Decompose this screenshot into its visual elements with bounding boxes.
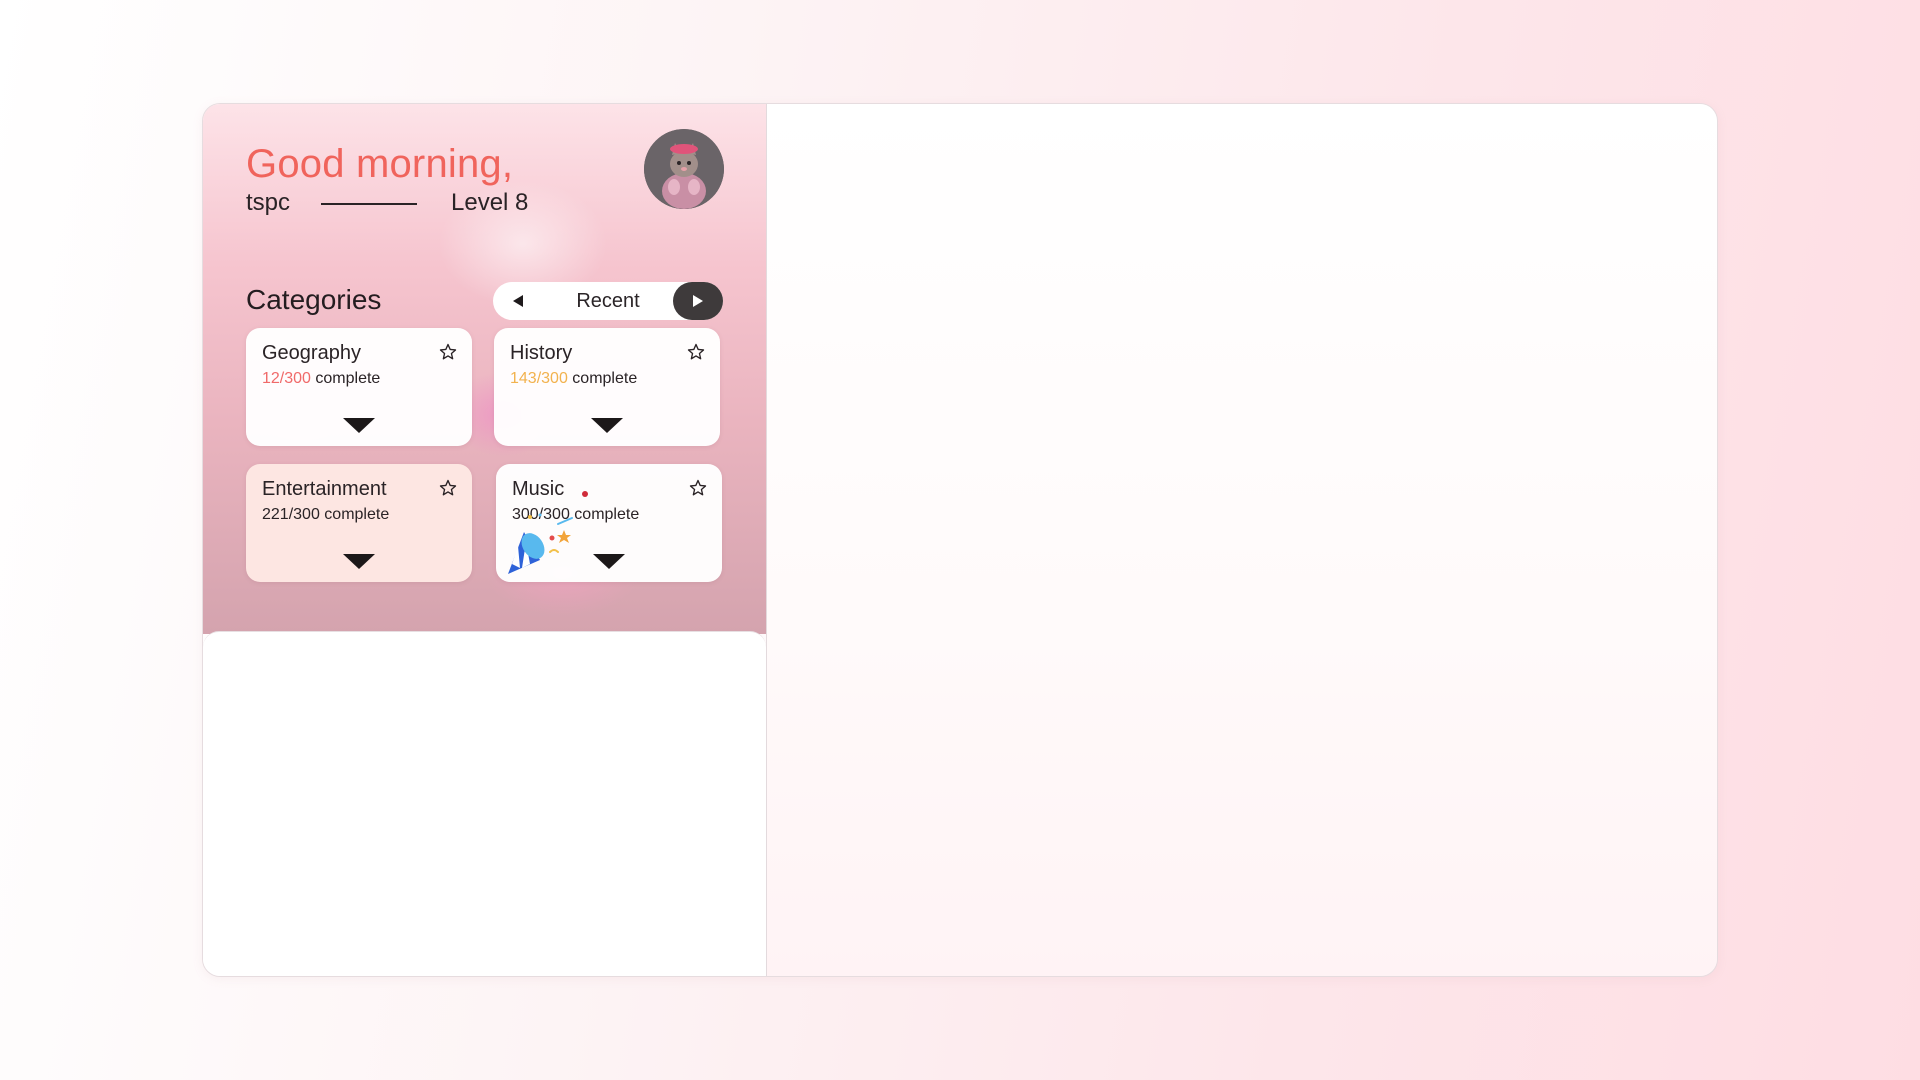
progress-count: 143/300 <box>510 370 568 387</box>
category-progress: 221/300 complete <box>262 506 389 524</box>
progress-count: 12/300 <box>262 370 311 387</box>
main-content-panel <box>766 104 1717 976</box>
star-icon[interactable] <box>436 476 460 500</box>
app-window: Good morning, tspc Level 8 Categories Re… <box>202 103 1718 977</box>
star-icon[interactable] <box>686 476 710 500</box>
username: tspc <box>246 189 291 216</box>
triangle-left-icon[interactable] <box>507 282 529 320</box>
cat-avatar-icon <box>644 129 724 209</box>
category-card-history[interactable]: History 143/300 complete <box>494 328 720 446</box>
level-indicator: Level 8 <box>451 189 529 216</box>
triangle-right-icon[interactable] <box>673 282 723 320</box>
chevron-down-icon[interactable] <box>343 554 375 570</box>
progress-suffix: complete <box>319 506 390 523</box>
progress-suffix: complete <box>567 370 638 387</box>
category-progress: 143/300 complete <box>510 370 637 388</box>
category-progress: 12/300 complete <box>262 370 380 388</box>
star-icon[interactable] <box>684 340 708 364</box>
category-name: Entertainment <box>262 478 387 500</box>
detail-panel <box>203 631 766 976</box>
category-name: Music <box>512 478 565 500</box>
avatar[interactable] <box>644 129 724 209</box>
star-icon[interactable] <box>436 340 460 364</box>
category-name: History <box>510 342 573 364</box>
completion-dot <box>582 491 588 497</box>
category-card-music[interactable]: Music 300/300 complete <box>496 464 722 582</box>
category-card-geography[interactable]: Geography 12/300 complete <box>246 328 472 446</box>
header-divider <box>321 203 417 205</box>
chevron-down-icon[interactable] <box>591 418 623 434</box>
sort-label: Recent <box>576 290 640 312</box>
sort-selector: Recent <box>493 282 723 320</box>
party-popper-icon <box>508 513 573 574</box>
chevron-down-icon[interactable] <box>343 418 375 434</box>
progress-count: 221/300 <box>262 506 320 523</box>
left-panel: Good morning, tspc Level 8 Categories Re… <box>203 104 766 976</box>
greeting-text: Good morning, <box>246 142 514 186</box>
categories-heading: Categories <box>246 284 382 315</box>
category-name: Geography <box>262 342 361 364</box>
chevron-down-icon[interactable] <box>593 554 625 570</box>
progress-suffix: complete <box>310 370 381 387</box>
category-card-entertainment[interactable]: Entertainment 221/300 complete <box>246 464 472 582</box>
